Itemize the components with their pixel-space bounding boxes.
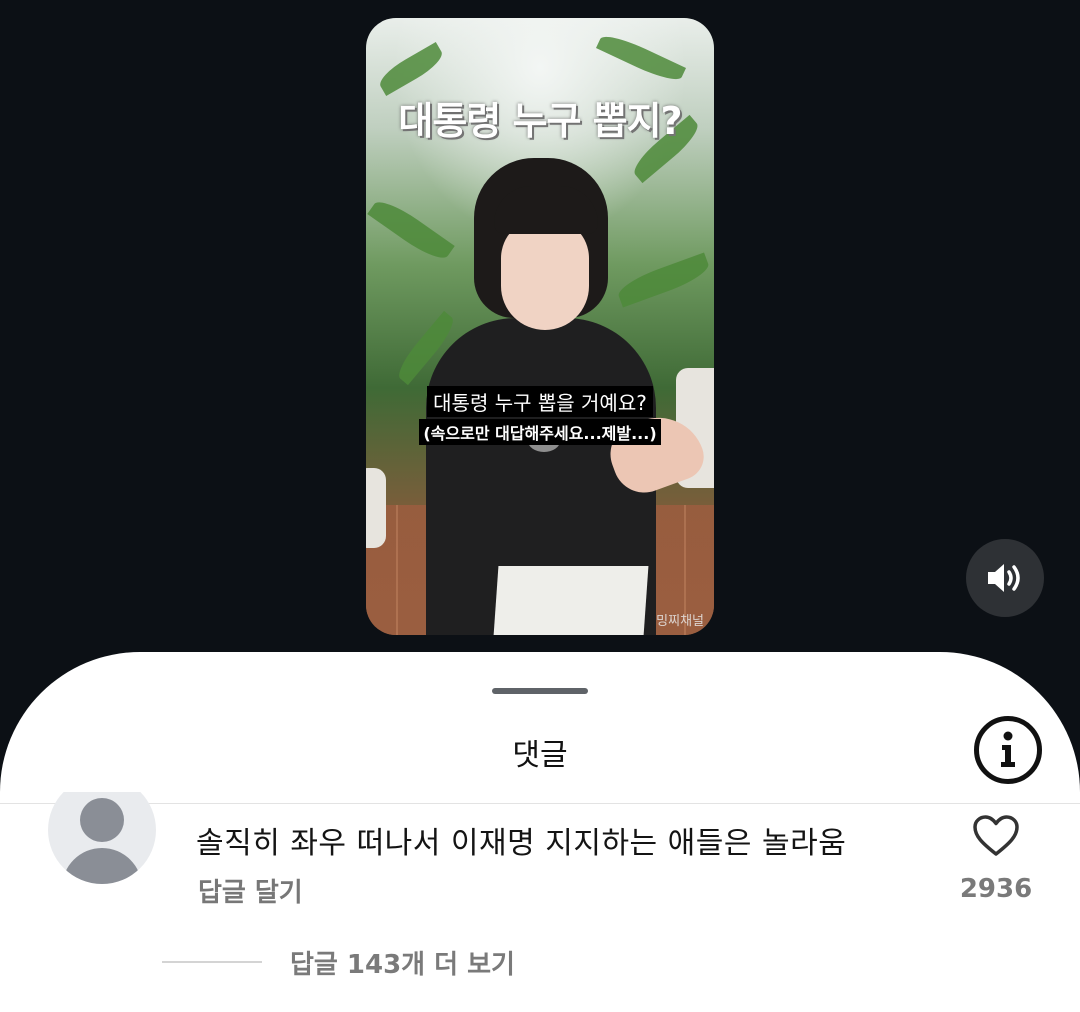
like-count: 2936 xyxy=(959,874,1033,904)
plant-leaf xyxy=(375,41,447,97)
subtitle-line-2: (속으로만 대답해주세요...제발...) xyxy=(419,419,661,445)
channel-watermark: 밍찌채널 xyxy=(656,614,704,629)
video-title-overlay: 대통령 누구 뽑지? xyxy=(398,99,682,143)
sheet-divider xyxy=(0,803,1080,804)
view-more-replies-button[interactable]: 답글 143개 더 보기 xyxy=(290,944,515,981)
video-subtitles: 대통령 누구 뽑을 거예요? (속으로만 대답해주세요...제발...) xyxy=(366,386,714,445)
plant-leaf xyxy=(614,252,713,308)
person-face xyxy=(501,218,589,330)
comment-text: 솔직히 좌우 떠나서 이재명 지지하는 애들은 놀라움 xyxy=(196,826,847,861)
plant-pot xyxy=(366,468,386,548)
paper-sheet xyxy=(493,566,649,635)
sound-toggle-button[interactable] xyxy=(966,539,1044,617)
comments-title: 댓글 xyxy=(512,738,568,773)
avatar-circle xyxy=(48,792,156,884)
avatar[interactable] xyxy=(48,792,156,884)
info-icon xyxy=(1001,731,1015,767)
avatar-body xyxy=(62,848,142,884)
heart-icon[interactable] xyxy=(972,814,1020,858)
drag-handle[interactable] xyxy=(492,688,588,694)
speaker-volume-icon xyxy=(988,564,1020,592)
avatar-head xyxy=(80,798,124,842)
plant-leaf xyxy=(595,29,687,87)
subtitle-line-1: 대통령 누구 뽑을 거예요? xyxy=(427,386,653,417)
person-bangs xyxy=(494,186,598,234)
replies-divider-line xyxy=(162,961,262,963)
reply-button[interactable]: 답글 달기 xyxy=(198,872,303,909)
plant-leaf xyxy=(367,194,455,266)
comments-sheet: 댓글 솔직히 좌우 떠나서 이재명 지지하는 애들은 놀라움 답글 달기 293… xyxy=(0,652,1080,1012)
video-player[interactable]: 대통령 누구 뽑지? 대통령 누구 뽑을 거예요? (속으로만 대답해주세요..… xyxy=(366,18,714,635)
info-button[interactable] xyxy=(974,716,1042,784)
